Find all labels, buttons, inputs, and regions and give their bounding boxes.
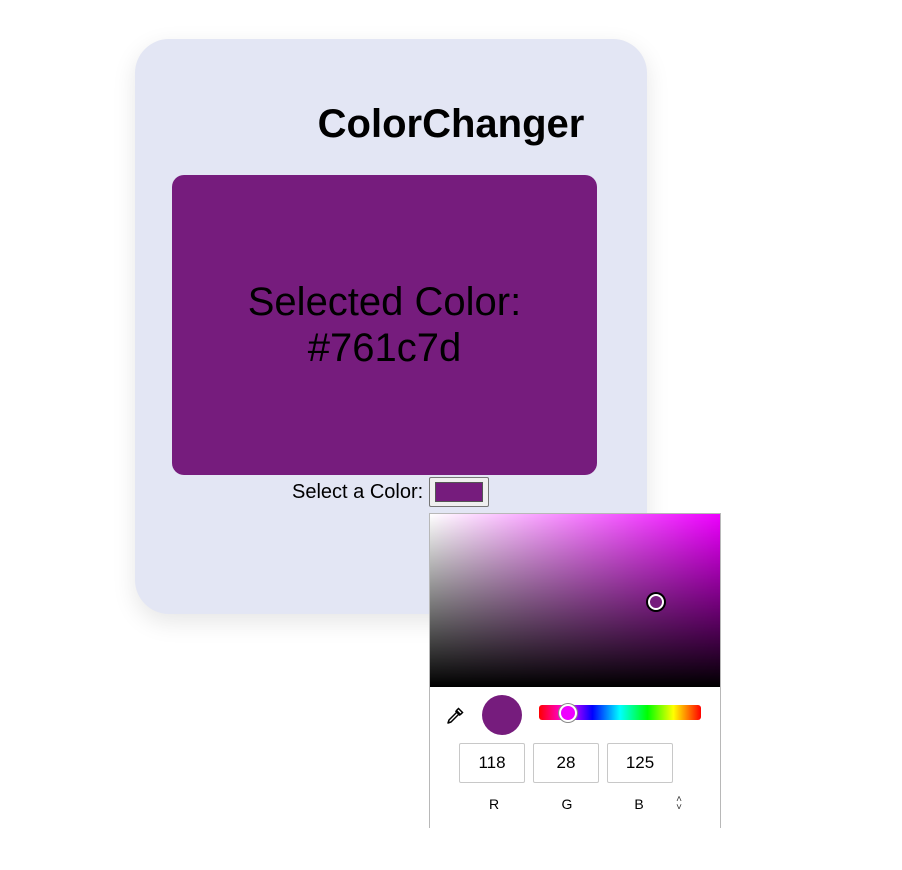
selected-color-prefix: Selected Color:	[247, 280, 522, 324]
blue-channel-input[interactable]	[607, 743, 673, 783]
red-channel-label: R	[488, 796, 500, 812]
color-input[interactable]	[429, 477, 490, 507]
green-channel-input[interactable]	[533, 743, 599, 783]
app-title: ColorChanger	[317, 102, 585, 146]
chevron-up-down-icon[interactable]: ˄ ˅	[673, 795, 685, 813]
color-input-swatch	[435, 482, 484, 502]
saturation-value-thumb[interactable]	[648, 594, 665, 611]
blue-channel-label: B	[634, 796, 644, 812]
page: ColorChanger Selected Color: #761c7d Sel…	[0, 0, 902, 870]
saturation-value-area[interactable]	[430, 514, 720, 687]
select-color-label: Select a Color:	[292, 480, 424, 503]
selected-color-hex: #761c7d	[307, 326, 462, 370]
hue-slider-thumb[interactable]	[559, 703, 578, 722]
color-picker-row: Select a Color:	[292, 477, 490, 507]
selected-color-panel: Selected Color: #761c7d	[172, 175, 597, 475]
hue-slider[interactable]	[539, 703, 701, 722]
eyedropper-icon[interactable]	[444, 705, 466, 727]
color-preview-circle	[482, 695, 522, 735]
red-channel-input[interactable]	[459, 743, 525, 783]
color-picker-popup: R G B ˄˅	[429, 513, 721, 828]
green-channel-label: G	[561, 796, 573, 812]
